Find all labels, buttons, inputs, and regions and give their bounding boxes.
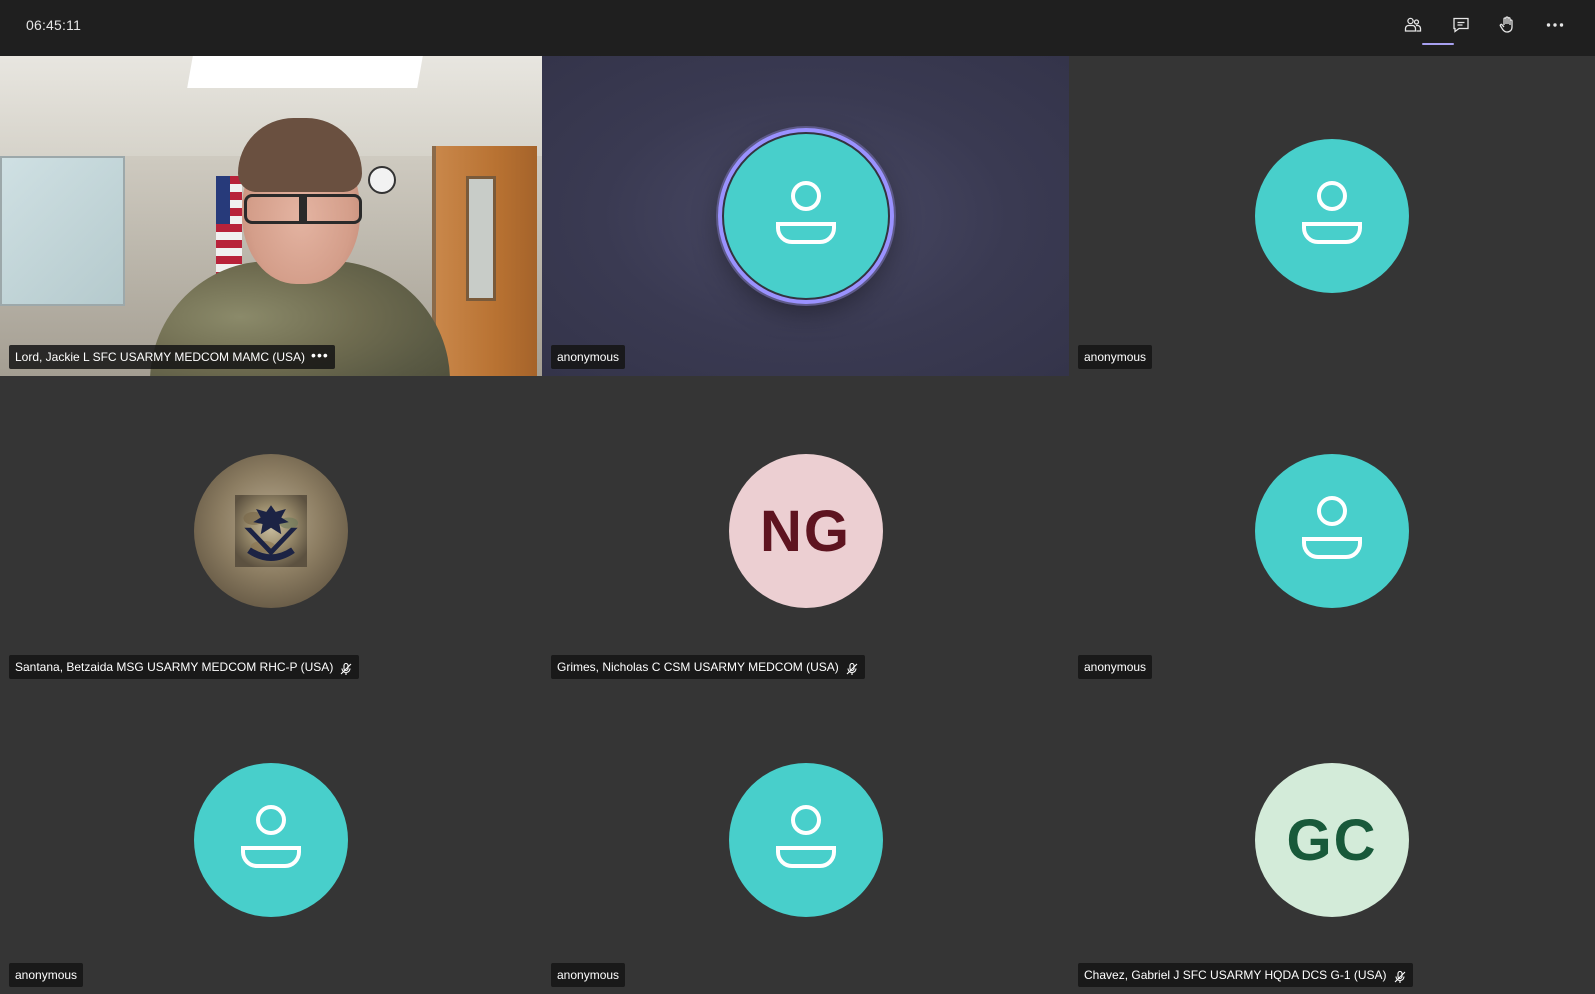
participant-tile[interactable]: NG Grimes, Nicholas C CSM USARMY MEDCOM … bbox=[542, 376, 1069, 686]
participant-name: Grimes, Nicholas C CSM USARMY MEDCOM (US… bbox=[557, 660, 839, 674]
chat-icon bbox=[1451, 15, 1471, 40]
participant-tile[interactable]: GC Chavez, Gabriel J SFC USARMY HQDA DCS… bbox=[1069, 686, 1595, 994]
raise-hand-button[interactable] bbox=[1492, 12, 1522, 42]
participant-tile[interactable]: anonymous bbox=[0, 686, 542, 994]
meeting-clock: 06:45:11 bbox=[26, 17, 82, 33]
participant-name-label: anonymous bbox=[9, 963, 84, 987]
participant-name: Lord, Jackie L SFC USARMY MEDCOM MAMC (U… bbox=[15, 350, 306, 364]
participant-video-feed bbox=[0, 56, 542, 376]
participant-name-label: anonymous bbox=[1078, 655, 1153, 679]
participant-avatar bbox=[728, 763, 883, 917]
participant-tile[interactable]: anonymous bbox=[1069, 56, 1595, 376]
teams-meeting-window: 06:45:11 Lord, Jackie L SFC USARMY MEDCO… bbox=[0, 0, 1595, 994]
muted-mic-icon bbox=[845, 660, 859, 675]
video-wall-clock bbox=[368, 166, 396, 194]
participant-name: anonymous bbox=[557, 968, 620, 982]
participant-more-icon[interactable]: ••• bbox=[311, 348, 329, 362]
person-icon bbox=[235, 802, 307, 879]
participant-photo-avatar bbox=[194, 454, 348, 608]
video-gallery-grid: Lord, Jackie L SFC USARMY MEDCOM MAMC (U… bbox=[0, 56, 1595, 994]
participant-initials-avatar: NG bbox=[728, 454, 883, 608]
video-whiteboard bbox=[0, 156, 125, 306]
participant-name-label: Grimes, Nicholas C CSM USARMY MEDCOM (US… bbox=[551, 655, 865, 679]
participant-tile-speaking[interactable]: anonymous bbox=[542, 56, 1069, 376]
muted-mic-icon bbox=[339, 660, 353, 675]
participant-tile[interactable]: anonymous bbox=[542, 686, 1069, 994]
video-person-glasses bbox=[244, 194, 362, 224]
participant-name: Chavez, Gabriel J SFC USARMY HQDA DCS G-… bbox=[1084, 968, 1387, 982]
more-icon bbox=[1545, 15, 1565, 40]
participants-active-indicator bbox=[1422, 43, 1454, 45]
more-options-button[interactable] bbox=[1540, 12, 1570, 42]
person-icon bbox=[770, 802, 842, 879]
participant-name-label: Santana, Betzaida MSG USARMY MEDCOM RHC-… bbox=[9, 655, 360, 679]
participant-tile[interactable]: anonymous bbox=[1069, 376, 1595, 686]
participant-name-label: anonymous bbox=[1078, 345, 1153, 369]
person-icon bbox=[1296, 178, 1368, 255]
muted-mic-icon bbox=[1393, 968, 1407, 983]
video-flag-canton bbox=[216, 176, 230, 224]
participant-name: Santana, Betzaida MSG USARMY MEDCOM RHC-… bbox=[15, 660, 334, 674]
participant-name: anonymous bbox=[1084, 350, 1147, 364]
participant-name-label: Chavez, Gabriel J SFC USARMY HQDA DCS G-… bbox=[1078, 963, 1413, 987]
participant-avatar bbox=[721, 132, 890, 300]
career-counselor-badge-icon bbox=[235, 495, 307, 567]
meeting-top-bar: 06:45:11 bbox=[0, 0, 1595, 56]
chat-button[interactable] bbox=[1446, 12, 1476, 42]
participant-name-label: anonymous bbox=[551, 345, 626, 369]
participant-name: anonymous bbox=[15, 968, 78, 982]
participant-avatar bbox=[194, 763, 348, 917]
video-ceiling-light bbox=[187, 56, 423, 88]
participants-button[interactable] bbox=[1398, 12, 1428, 42]
participant-initials-avatar: GC bbox=[1255, 763, 1409, 917]
participant-tile-video[interactable]: Lord, Jackie L SFC USARMY MEDCOM MAMC (U… bbox=[0, 56, 542, 376]
person-icon bbox=[770, 178, 842, 255]
participants-icon bbox=[1403, 15, 1423, 40]
raise-hand-icon bbox=[1497, 15, 1517, 40]
participant-tile[interactable]: Santana, Betzaida MSG USARMY MEDCOM RHC-… bbox=[0, 376, 542, 686]
participant-avatar bbox=[1255, 454, 1409, 608]
participant-name-label: anonymous bbox=[551, 963, 626, 987]
participant-avatar bbox=[1255, 139, 1409, 293]
participant-name-label: Lord, Jackie L SFC USARMY MEDCOM MAMC (U… bbox=[9, 345, 335, 369]
video-door-window bbox=[466, 176, 496, 301]
participant-name: anonymous bbox=[557, 350, 620, 364]
participant-name: anonymous bbox=[1084, 660, 1147, 674]
person-icon bbox=[1296, 493, 1368, 570]
